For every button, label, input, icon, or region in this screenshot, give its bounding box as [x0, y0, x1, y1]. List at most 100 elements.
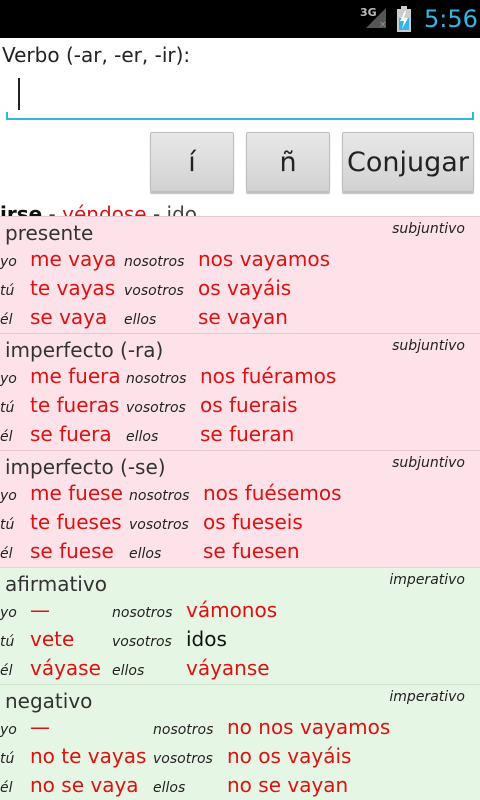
conjugation-row: yo me fuese nosotros nos fuésemos: [0, 480, 480, 509]
conjugation-row: tú vete vosotros idos: [0, 626, 480, 655]
conjugation-row: él no se vaya ellos no se vayan: [0, 772, 480, 800]
verb-form: —: [30, 715, 50, 739]
pronoun: nosotros: [124, 254, 185, 270]
pronoun: nosotros: [126, 371, 187, 387]
verb-form: os fuerais: [200, 393, 298, 417]
verb-form: se vayan: [198, 305, 288, 329]
pronoun: ellos: [112, 663, 145, 679]
section-divider: [0, 684, 480, 685]
pronoun: tú: [0, 634, 15, 650]
status-bar: × 3G 5:56: [0, 0, 480, 38]
conjugation-row: él se fuera ellos se fueran: [0, 421, 480, 450]
conjugation-row: yo — nosotros vámonos: [0, 597, 480, 626]
tense-title: presente: [5, 221, 94, 245]
insert-i-accent-button[interactable]: í: [150, 132, 234, 192]
conjugation-row: tú te fueras vosotros os fuerais: [0, 392, 480, 421]
pronoun: nosotros: [153, 722, 214, 738]
section-divider: [0, 567, 480, 568]
conjugation-row: él se fuese ellos se fuesen: [0, 538, 480, 567]
pronoun: él: [0, 546, 13, 562]
conjugation-section-2: imperfecto (-ra) subjuntivo yo me fuera noso…: [0, 333, 480, 450]
verb-form: se fuese: [30, 539, 114, 563]
mood-label: subjuntivo: [392, 455, 465, 471]
conjugation-row: tú te fueses vosotros os fueseis: [0, 509, 480, 538]
pronoun: vosotros: [129, 517, 189, 533]
verb-form: no nos vayamos: [227, 715, 391, 739]
pronoun: ellos: [124, 312, 157, 328]
conjugation-row: él se vaya ellos se vayan: [0, 304, 480, 333]
verb-form: te fueses: [30, 510, 122, 534]
pronoun: tú: [0, 283, 15, 299]
pronoun: nosotros: [129, 488, 190, 504]
pronoun: yo: [0, 371, 17, 387]
pronoun: vosotros: [112, 634, 172, 650]
verb-form: no se vaya: [30, 773, 139, 797]
tense-title: imperfecto (-ra): [5, 338, 164, 362]
svg-text:×: ×: [379, 20, 387, 30]
verb-form: me fuese: [30, 481, 123, 505]
mood-label: subjuntivo: [392, 221, 465, 237]
conjugation-row: yo — nosotros no nos vayamos: [0, 714, 480, 743]
verb-form: nos vayamos: [198, 247, 331, 271]
pronoun: vosotros: [153, 751, 213, 767]
mood-label: subjuntivo: [392, 338, 465, 354]
verb-form: se fuesen: [203, 539, 300, 563]
conjugation-section-3: imperfecto (-se) subjuntivo yo me fuese noso…: [0, 450, 480, 567]
mood-label: imperativo: [389, 689, 465, 705]
section-divider: [0, 216, 480, 217]
conjugate-button[interactable]: Conjugar: [342, 132, 474, 192]
verb-form: vámonos: [186, 598, 278, 622]
verb-form: te fueras: [30, 393, 120, 417]
input-underline: [6, 118, 474, 120]
pronoun: yo: [0, 605, 17, 621]
pronoun: él: [0, 780, 13, 796]
tense-title: negativo: [5, 689, 93, 713]
tense-title: afirmativo: [5, 572, 107, 596]
verb-input[interactable]: [6, 70, 474, 120]
conjugation-section-5: negativo imperativo yo — nosotros no nos vaya…: [0, 684, 480, 800]
verb-form: te vayas: [30, 276, 116, 300]
pronoun: yo: [0, 254, 17, 270]
section-divider: [0, 450, 480, 451]
verb-form: se fueran: [200, 422, 295, 446]
verb-form: me vaya: [30, 247, 117, 271]
conjugation-section-4: afirmativo imperativo yo — nosotros vámonos tú…: [0, 567, 480, 684]
pronoun: tú: [0, 517, 15, 533]
verb-form: váyase: [30, 656, 101, 680]
verb-form: —: [30, 598, 50, 622]
text-caret: [18, 78, 20, 110]
pronoun: tú: [0, 751, 15, 767]
verb-form: nos fuéramos: [200, 364, 337, 388]
clock: 5:56: [424, 5, 478, 33]
verb-form: váyanse: [186, 656, 270, 680]
network-type: 3G: [360, 6, 377, 19]
pronoun: él: [0, 429, 13, 445]
pronoun: nosotros: [112, 605, 173, 621]
pronoun: vosotros: [126, 400, 186, 416]
verb-label: Verbo (-ar, -er, -ir):: [2, 43, 191, 67]
verb-form: nos fuésemos: [203, 481, 342, 505]
conjugation-row: tú no te vayas vosotros no os vayáis: [0, 743, 480, 772]
verb-form: no se vayan: [227, 773, 349, 797]
pronoun: él: [0, 663, 13, 679]
tense-title: imperfecto (-se): [5, 455, 166, 479]
pronoun: yo: [0, 488, 17, 504]
conjugation-row: yo me vaya nosotros nos vayamos: [0, 246, 480, 275]
verb-form: os fueseis: [203, 510, 303, 534]
conjugation-row: él váyase ellos váyanse: [0, 655, 480, 684]
pronoun: él: [0, 312, 13, 328]
verb-form: idos: [186, 627, 227, 651]
pronoun: tú: [0, 400, 15, 416]
conjugation-row: tú te vayas vosotros os vayáis: [0, 275, 480, 304]
insert-n-tilde-button[interactable]: ñ: [246, 132, 330, 192]
pronoun: ellos: [153, 780, 186, 796]
verb-form: no os vayáis: [227, 744, 352, 768]
input-underline-right: [472, 112, 474, 120]
pronoun: yo: [0, 722, 17, 738]
verb-form: se fuera: [30, 422, 112, 446]
verb-form: no te vayas: [30, 744, 147, 768]
input-underline-left: [6, 112, 8, 120]
pronoun: ellos: [126, 429, 159, 445]
verb-form: se vaya: [30, 305, 108, 329]
conjugation-section-1: presente subjuntivo yo me vaya nosotros nos v…: [0, 216, 480, 333]
